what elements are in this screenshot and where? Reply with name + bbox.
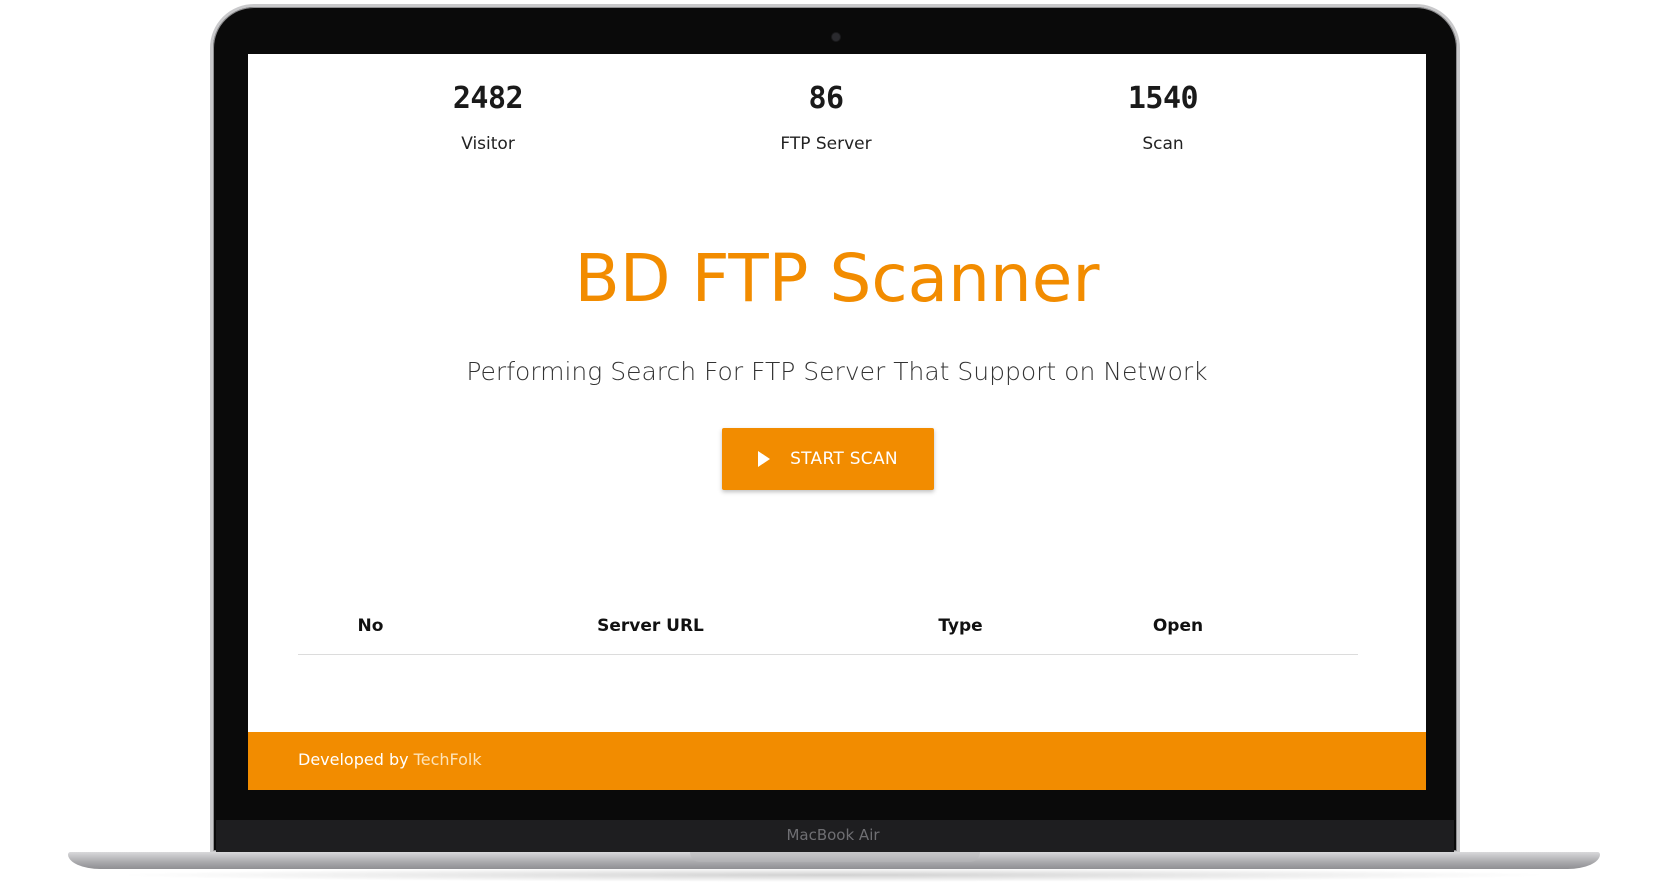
- laptop-shadow: [110, 868, 1556, 882]
- camera-icon: [832, 33, 840, 41]
- stats-bar: 2482 Visitor 86 FTP Server 1540 Scan: [248, 78, 1426, 188]
- stat-label: Scan: [1142, 134, 1184, 154]
- column-header-type[interactable]: Type: [908, 616, 1013, 636]
- stat-visitor: 2482 Visitor: [338, 78, 638, 156]
- laptop-notch: [690, 852, 980, 862]
- stat-label: FTP Server: [780, 134, 872, 154]
- footer-link-techfolk[interactable]: TechFolk: [414, 750, 482, 769]
- device-brand-label: MacBook Air: [786, 826, 880, 844]
- stat-value: 1540: [1127, 81, 1199, 116]
- footer-credit: Developed by TechFolk: [298, 750, 482, 769]
- app-screen: 2482 Visitor 86 FTP Server 1540 Scan BD …: [248, 54, 1426, 790]
- stat-value: 86: [808, 81, 844, 116]
- stat-label: Visitor: [461, 134, 515, 154]
- results-table: No Server URL Type Open: [298, 604, 1358, 655]
- laptop-frame: MacBook Air 2482 Visitor 86 FTP Server 1…: [0, 0, 1666, 895]
- footer: Developed by TechFolk: [248, 732, 1426, 790]
- stat-scan: 1540 Scan: [1013, 78, 1313, 156]
- page-title: BD FTP Scanner: [574, 240, 1100, 317]
- stat-ftp-server: 86 FTP Server: [676, 78, 976, 156]
- start-scan-label: START SCAN: [790, 449, 898, 469]
- column-header-open[interactable]: Open: [1113, 616, 1243, 636]
- start-scan-button[interactable]: START SCAN: [722, 428, 934, 490]
- column-header-server-url[interactable]: Server URL: [568, 616, 733, 636]
- page-subtitle: Performing Search For FTP Server That Su…: [466, 357, 1208, 386]
- table-header: No Server URL Type Open: [298, 604, 1358, 655]
- column-header-no[interactable]: No: [328, 616, 413, 636]
- play-icon: [758, 451, 771, 467]
- stat-value: 2482: [452, 81, 524, 116]
- footer-prefix: Developed by: [298, 750, 409, 769]
